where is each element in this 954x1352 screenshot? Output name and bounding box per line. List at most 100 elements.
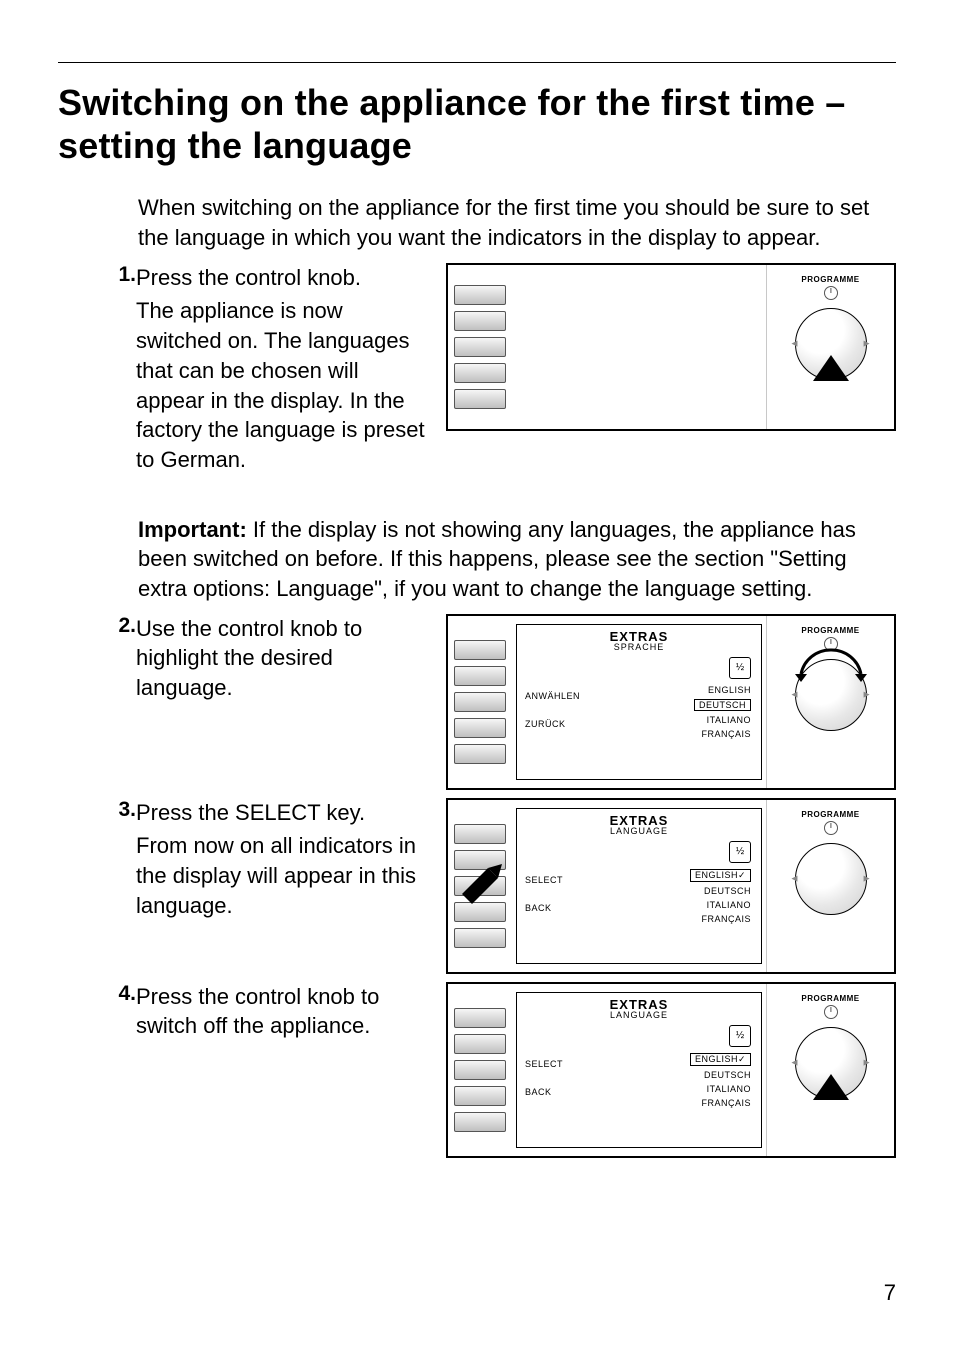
panel-1-lcd-blank bbox=[516, 273, 762, 421]
lcd-select-label: ANWÄHLEN bbox=[525, 691, 580, 701]
panel-button bbox=[454, 718, 506, 738]
programme-label: PROGRAMME bbox=[801, 275, 859, 284]
panel-button bbox=[454, 363, 506, 383]
power-icon bbox=[824, 821, 838, 835]
programme-label: PROGRAMME bbox=[801, 626, 859, 635]
control-knob: ◄ ► bbox=[795, 1027, 867, 1099]
step-1: 1. Press the control knob. The appliance… bbox=[138, 263, 896, 479]
step-3: 3. Press the SELECT key. From now on all… bbox=[138, 798, 896, 974]
lang-italiano: ITALIANO bbox=[690, 900, 751, 910]
page: Switching on the appliance for the first… bbox=[0, 0, 954, 1352]
body-column: When switching on the appliance for the … bbox=[138, 193, 896, 1157]
step-2: 2. Use the control knob to highlight the… bbox=[138, 614, 896, 790]
lcd-icon: ½ bbox=[729, 841, 751, 863]
panel-button bbox=[454, 902, 506, 922]
panel-button bbox=[454, 1008, 506, 1028]
step-1-line1: Press the control knob. bbox=[136, 263, 426, 293]
lcd-left-labels: SELECT BACK bbox=[525, 875, 563, 931]
rotate-arrows-icon bbox=[781, 644, 881, 684]
step-3-text: Press the SELECT key. From now on all in… bbox=[136, 798, 426, 925]
press-arrow-icon bbox=[813, 1074, 849, 1100]
lang-francais: FRANÇAIS bbox=[690, 914, 751, 924]
lcd-subtitle: LANGUAGE bbox=[517, 826, 761, 836]
lang-francais: FRANÇAIS bbox=[694, 729, 751, 739]
panel-button bbox=[454, 389, 506, 409]
lcd-select-label: SELECT bbox=[525, 875, 563, 885]
select-arrow-icon bbox=[458, 860, 502, 904]
step-1-number: 1. bbox=[108, 263, 136, 479]
panel-2-buttons bbox=[448, 616, 512, 788]
control-knob: ◄ ► bbox=[795, 659, 867, 731]
lcd-icon: ½ bbox=[729, 657, 751, 679]
panel-button bbox=[454, 928, 506, 948]
lcd-lang-list: ENGLISH DEUTSCH ITALIANO FRANÇAIS bbox=[694, 685, 751, 743]
important-label: Important: bbox=[138, 517, 247, 542]
lcd-left-labels: SELECT BACK bbox=[525, 1059, 563, 1115]
page-number: 7 bbox=[884, 1280, 896, 1306]
lang-deutsch: DEUTSCH bbox=[690, 1070, 751, 1080]
top-rule bbox=[58, 62, 896, 63]
lcd-back-label: ZURÜCK bbox=[525, 719, 580, 729]
panel-3-buttons bbox=[448, 800, 512, 972]
step-1-line2: The appliance is now switched on. The la… bbox=[136, 296, 426, 474]
panel-4-lcd: EXTRAS LANGUAGE ½ SELECT BACK ENGLISH✓ D… bbox=[516, 992, 762, 1148]
lcd-subtitle: SPRACHE bbox=[517, 642, 761, 652]
lang-deutsch-selected: DEUTSCH bbox=[694, 699, 751, 711]
lang-english: ENGLISH bbox=[694, 685, 751, 695]
panel-4: EXTRAS LANGUAGE ½ SELECT BACK ENGLISH✓ D… bbox=[446, 982, 896, 1158]
panel-1: PROGRAMME ◄ ► bbox=[446, 263, 896, 431]
panel-button bbox=[454, 1112, 506, 1132]
panel-button bbox=[454, 666, 506, 686]
power-icon bbox=[824, 286, 838, 300]
panel-button bbox=[454, 744, 506, 764]
panel-button bbox=[454, 1060, 506, 1080]
panel-2-lcd: EXTRAS SPRACHE ½ ANWÄHLEN ZURÜCK ENGLISH… bbox=[516, 624, 762, 780]
step-2-text: Use the control knob to highlight the de… bbox=[136, 614, 426, 707]
control-knob: ◄ ► bbox=[795, 843, 867, 915]
panel-2: EXTRAS SPRACHE ½ ANWÄHLEN ZURÜCK ENGLISH… bbox=[446, 614, 896, 790]
intro-paragraph: When switching on the appliance for the … bbox=[138, 193, 896, 252]
lcd-lang-list: ENGLISH✓ DEUTSCH ITALIANO FRANÇAIS bbox=[690, 1053, 751, 1112]
step-4: 4. Press the control knob to switch off … bbox=[138, 982, 896, 1158]
panel-button bbox=[454, 285, 506, 305]
panel-button bbox=[454, 824, 506, 844]
step-4-line: Press the control knob to switch off the… bbox=[136, 982, 426, 1041]
panel-1-knob-area: PROGRAMME ◄ ► bbox=[766, 265, 894, 429]
step-4-text: Press the control knob to switch off the… bbox=[136, 982, 426, 1045]
page-title: Switching on the appliance for the first… bbox=[58, 81, 896, 167]
step-3-line1: Press the SELECT key. bbox=[136, 798, 426, 828]
lcd-select-label: SELECT bbox=[525, 1059, 563, 1069]
step-1-text: Press the control knob. The appliance is… bbox=[136, 263, 426, 479]
power-icon bbox=[824, 1005, 838, 1019]
step-3-line2: From now on all indicators in the displa… bbox=[136, 831, 426, 920]
lcd-icon: ½ bbox=[729, 1025, 751, 1047]
lcd-back-label: BACK bbox=[525, 903, 563, 913]
lcd-lang-list: ENGLISH✓ DEUTSCH ITALIANO FRANÇAIS bbox=[690, 869, 751, 928]
panel-3-knob-area: PROGRAMME ◄ ► bbox=[766, 800, 894, 972]
panel-4-buttons bbox=[448, 984, 512, 1156]
lcd-left-labels: ANWÄHLEN ZURÜCK bbox=[525, 691, 580, 747]
panel-4-knob-area: PROGRAMME ◄ ► bbox=[766, 984, 894, 1156]
step-2-line: Use the control knob to highlight the de… bbox=[136, 614, 426, 703]
press-arrow-icon bbox=[813, 355, 849, 381]
panel-button bbox=[454, 692, 506, 712]
lcd-subtitle: LANGUAGE bbox=[517, 1010, 761, 1020]
important-note: Important: If the display is not showing… bbox=[138, 515, 896, 604]
lang-english-selected: ENGLISH✓ bbox=[690, 1053, 751, 1066]
programme-label: PROGRAMME bbox=[801, 994, 859, 1003]
programme-label: PROGRAMME bbox=[801, 810, 859, 819]
panel-button bbox=[454, 1086, 506, 1106]
panel-2-knob-area: PROGRAMME ◄ ► bbox=[766, 616, 894, 788]
panel-button bbox=[454, 337, 506, 357]
panel-3: EXTRAS LANGUAGE ½ SELECT BACK ENGLISH✓ D… bbox=[446, 798, 896, 974]
lang-italiano: ITALIANO bbox=[694, 715, 751, 725]
lang-deutsch: DEUTSCH bbox=[690, 886, 751, 896]
lang-italiano: ITALIANO bbox=[690, 1084, 751, 1094]
step-3-number: 3. bbox=[108, 798, 136, 925]
panel-button bbox=[454, 311, 506, 331]
lcd-back-label: BACK bbox=[525, 1087, 563, 1097]
control-knob: ◄ ► bbox=[795, 308, 867, 380]
step-2-number: 2. bbox=[108, 614, 136, 707]
step-4-number: 4. bbox=[108, 982, 136, 1045]
panel-button bbox=[454, 1034, 506, 1054]
